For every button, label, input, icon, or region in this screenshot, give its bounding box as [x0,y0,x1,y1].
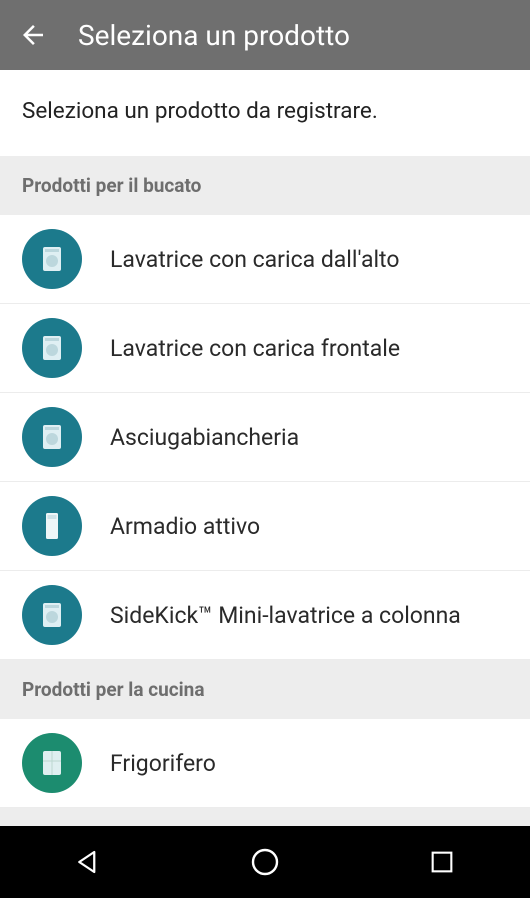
product-item[interactable]: SideKick™ Mini-lavatrice a colonna [0,571,530,660]
product-item[interactable]: Lavatrice con carica frontale [0,304,530,393]
section-header: Prodotti per la cura della casa [0,808,530,826]
nav-recent-button[interactable] [412,832,472,892]
section-header: Prodotti per il bucato [0,156,530,215]
app-header: Seleziona un prodotto [0,0,530,70]
washer-icon [22,318,82,378]
product-item-label: Armadio attivo [110,513,260,540]
product-item[interactable]: Frigorifero [0,719,530,808]
product-item-label: Asciugabiancheria [110,424,299,451]
product-item-label: SideKick™ Mini-lavatrice a colonna [110,602,461,629]
product-item-label: Frigorifero [110,750,216,777]
cabinet-icon [22,496,82,556]
fridge-icon [22,733,82,793]
intro-text: Seleziona un prodotto da registrare. [0,70,530,156]
washer-icon [22,229,82,289]
nav-back-button[interactable] [58,832,118,892]
page-title: Seleziona un prodotto [78,19,350,52]
back-button[interactable] [18,20,48,50]
content-scroll[interactable]: Seleziona un prodotto da registrare. Pro… [0,70,530,826]
product-item[interactable]: Armadio attivo [0,482,530,571]
back-arrow-icon [18,20,48,50]
triangle-back-icon [73,847,103,877]
product-item[interactable]: Asciugabiancheria [0,393,530,482]
section-header: Prodotti per la cucina [0,660,530,719]
washer-icon [22,585,82,645]
washer-icon [22,407,82,467]
product-item-label: Lavatrice con carica frontale [110,335,400,362]
product-item-label: Lavatrice con carica dall'alto [110,246,399,273]
circle-home-icon [249,846,281,878]
product-item[interactable]: Lavatrice con carica dall'alto [0,215,530,304]
nav-home-button[interactable] [235,832,295,892]
square-recent-icon [428,848,456,876]
android-navbar [0,826,530,898]
